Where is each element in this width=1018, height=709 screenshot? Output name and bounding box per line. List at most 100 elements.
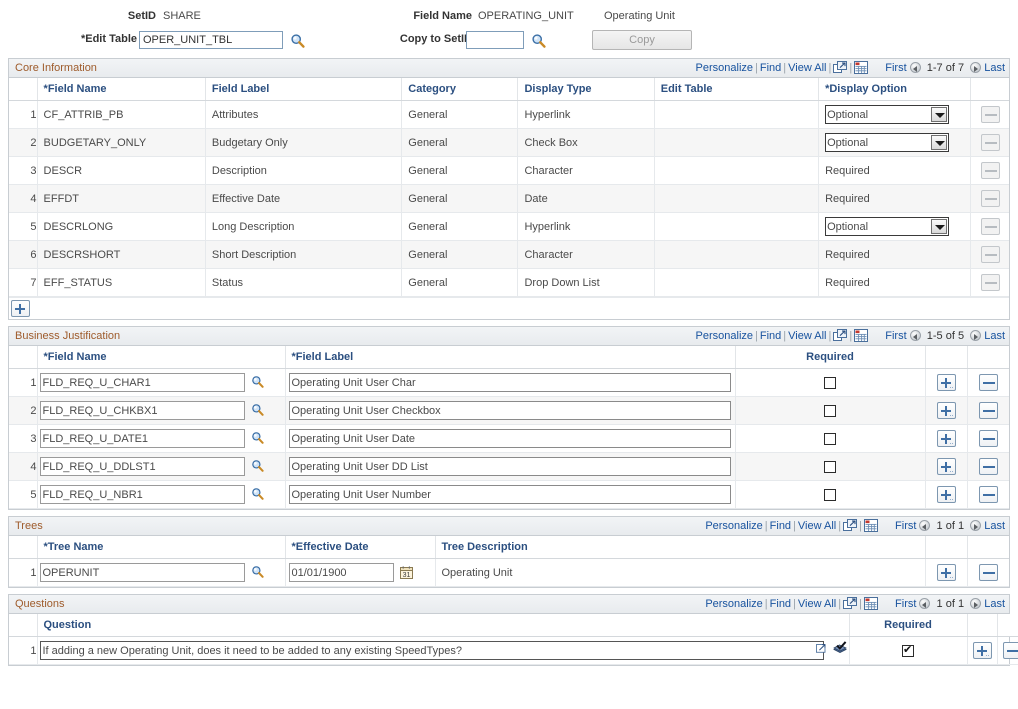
required-checkbox[interactable] [824, 460, 836, 473]
last-link-core[interactable]: Last [984, 62, 1005, 74]
first-link-trees[interactable]: First [895, 520, 916, 532]
download-spreadsheet-icon-trees[interactable] [863, 519, 878, 535]
trees-cell-tree-description: Operating Unit [435, 558, 926, 587]
expand-window-icon-business[interactable] [833, 329, 848, 345]
add-row-button[interactable]: .. [936, 458, 956, 475]
magnifier-icon[interactable] [251, 487, 266, 502]
next-arrow-icon-core[interactable] [970, 62, 982, 73]
field-label-input[interactable] [288, 457, 731, 476]
find-link-trees[interactable]: Find [770, 520, 791, 532]
last-link-trees[interactable]: Last [984, 520, 1005, 532]
prev-arrow-icon-core[interactable] [909, 62, 921, 73]
magnifier-icon[interactable] [251, 459, 266, 474]
table-row: 4 .. [9, 452, 1009, 481]
business-cell-field-name [37, 396, 286, 425]
field-name-input[interactable] [39, 457, 245, 476]
business-cell-field-label [285, 480, 736, 509]
add-row-button[interactable]: .. [936, 402, 956, 419]
add-row-button[interactable]: .. [936, 430, 956, 447]
view-all-link-core[interactable]: View All [788, 62, 826, 74]
find-link-business[interactable]: Find [760, 330, 781, 342]
last-link-questions[interactable]: Last [984, 598, 1005, 610]
first-link-business[interactable]: First [885, 330, 906, 342]
magnifier-icon[interactable] [290, 33, 305, 48]
add-row-button[interactable]: .. [936, 374, 956, 391]
required-checkbox[interactable] [902, 644, 914, 657]
copy-button-wrap: Copy [592, 30, 692, 50]
tree-name-input[interactable] [39, 563, 245, 582]
magnifier-icon[interactable] [251, 565, 266, 580]
display-option-select[interactable]: Optional [825, 105, 950, 124]
prev-arrow-icon-business[interactable] [909, 330, 921, 341]
magnifier-icon[interactable] [251, 431, 266, 446]
field-name-input[interactable] [39, 401, 245, 420]
core-cell-actions [970, 100, 1009, 129]
view-all-link-business[interactable]: View All [788, 330, 826, 342]
prev-arrow-icon-trees[interactable] [919, 520, 931, 531]
magnifier-icon-copy-setid[interactable] [531, 33, 546, 48]
expand-window-icon-questions[interactable] [843, 597, 858, 613]
prev-arrow-icon-questions[interactable] [919, 598, 931, 609]
personalize-link-core[interactable]: Personalize [696, 62, 753, 74]
effective-date-input[interactable] [288, 563, 394, 582]
delete-row-button[interactable] [978, 430, 998, 447]
view-all-link-questions[interactable]: View All [798, 598, 836, 610]
download-spreadsheet-icon-questions[interactable] [863, 597, 878, 613]
field-label-input[interactable] [288, 373, 731, 392]
business-th-add [925, 346, 968, 369]
copy-button[interactable]: Copy [592, 30, 692, 50]
question-input[interactable] [39, 641, 824, 660]
add-row-button[interactable]: .. [972, 642, 992, 659]
required-checkbox[interactable] [824, 376, 836, 389]
spellcheck-icon[interactable] [832, 641, 847, 657]
download-spreadsheet-icon-core[interactable] [854, 61, 869, 77]
add-row-button[interactable]: .. [936, 564, 956, 581]
next-arrow-icon-trees[interactable] [970, 520, 982, 531]
required-checkbox[interactable] [824, 432, 836, 445]
magnifier-icon[interactable] [251, 375, 266, 390]
business-section-toolbar: Personalize | Find | View All | | First 1-5 of… [696, 329, 1005, 345]
expand-window-icon-trees[interactable] [843, 519, 858, 535]
delete-row-button[interactable] [1002, 642, 1018, 659]
delete-row-button[interactable] [978, 402, 998, 419]
field-label-input[interactable] [288, 429, 731, 448]
add-row-button[interactable] [11, 300, 30, 317]
download-spreadsheet-icon-business[interactable] [854, 329, 869, 345]
first-link-core[interactable]: First [885, 62, 906, 74]
next-arrow-icon-questions[interactable] [970, 598, 982, 609]
field-label-input[interactable] [288, 401, 731, 420]
core-cell-field-name: DESCRLONG [37, 212, 206, 241]
first-link-questions[interactable]: First [895, 598, 916, 610]
required-checkbox[interactable] [824, 404, 836, 417]
calendar-icon[interactable]: 31 [399, 566, 413, 579]
section-core-information: Core Information Personalize | Find | View A… [8, 58, 1010, 320]
core-section-toolbar: Personalize | Find | View All | | First 1-7 of… [696, 61, 1005, 77]
personalize-link-questions[interactable]: Personalize [705, 598, 762, 610]
magnifier-icon[interactable] [251, 403, 266, 418]
view-all-link-trees[interactable]: View All [798, 520, 836, 532]
field-name-input[interactable] [39, 373, 245, 392]
core-row-number: 5 [9, 212, 38, 241]
expand-text-icon[interactable] [816, 642, 828, 657]
display-option-select[interactable]: Optional [825, 217, 950, 236]
add-row-button[interactable]: .. [936, 486, 956, 503]
personalize-link-trees[interactable]: Personalize [705, 520, 762, 532]
required-checkbox[interactable] [824, 488, 836, 501]
display-option-select[interactable]: Optional [825, 133, 950, 152]
copy-to-setid-input[interactable] [466, 31, 524, 49]
find-link-questions[interactable]: Find [770, 598, 791, 610]
field-name-input[interactable] [39, 485, 245, 504]
expand-window-icon-core[interactable] [833, 61, 848, 77]
find-link-core[interactable]: Find [760, 62, 781, 74]
delete-row-button[interactable] [978, 458, 998, 475]
next-arrow-icon-business[interactable] [970, 330, 982, 341]
field-name-input[interactable] [39, 429, 245, 448]
field-label-input[interactable] [288, 485, 731, 504]
delete-row-button[interactable] [978, 374, 998, 391]
delete-row-button[interactable] [978, 486, 998, 503]
core-row-number: 1 [9, 100, 38, 129]
personalize-link-business[interactable]: Personalize [696, 330, 753, 342]
delete-row-button[interactable] [978, 564, 998, 581]
last-link-business[interactable]: Last [984, 330, 1005, 342]
edit-table-input[interactable] [139, 31, 283, 49]
